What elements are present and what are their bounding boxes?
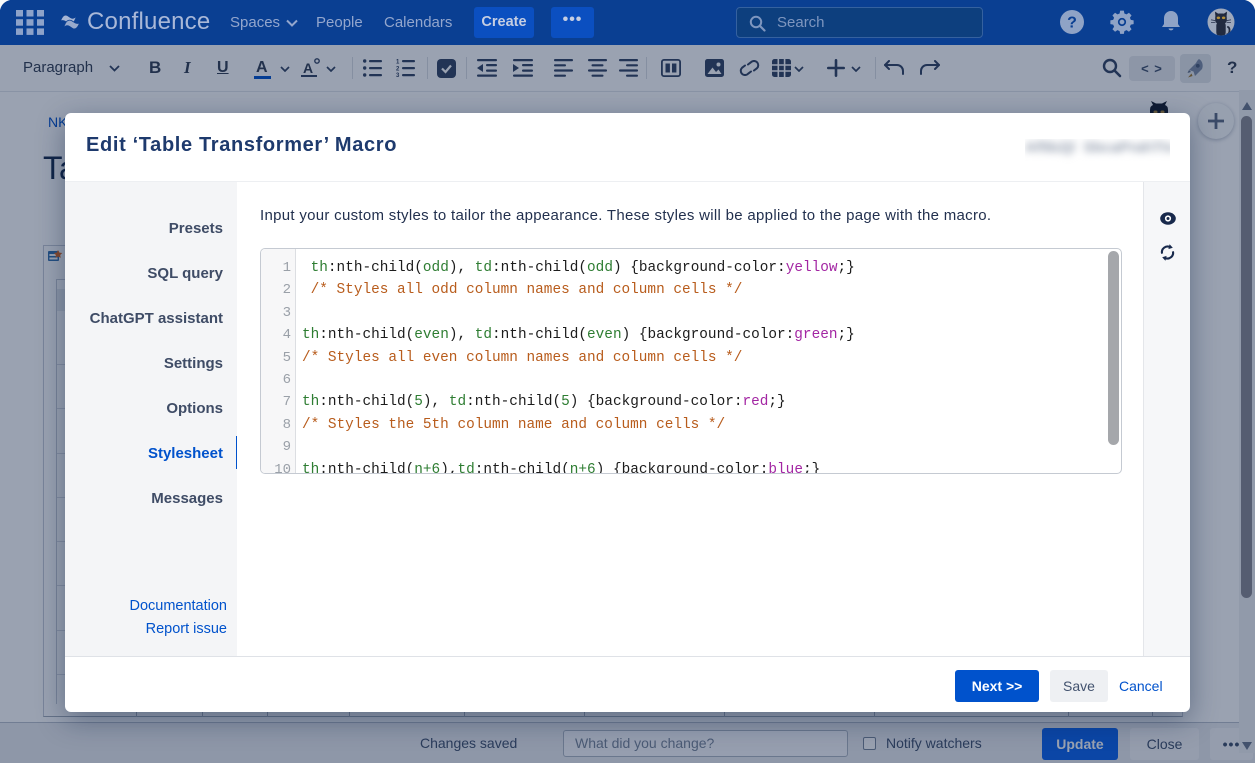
svg-text:?: ? — [1067, 15, 1077, 32]
